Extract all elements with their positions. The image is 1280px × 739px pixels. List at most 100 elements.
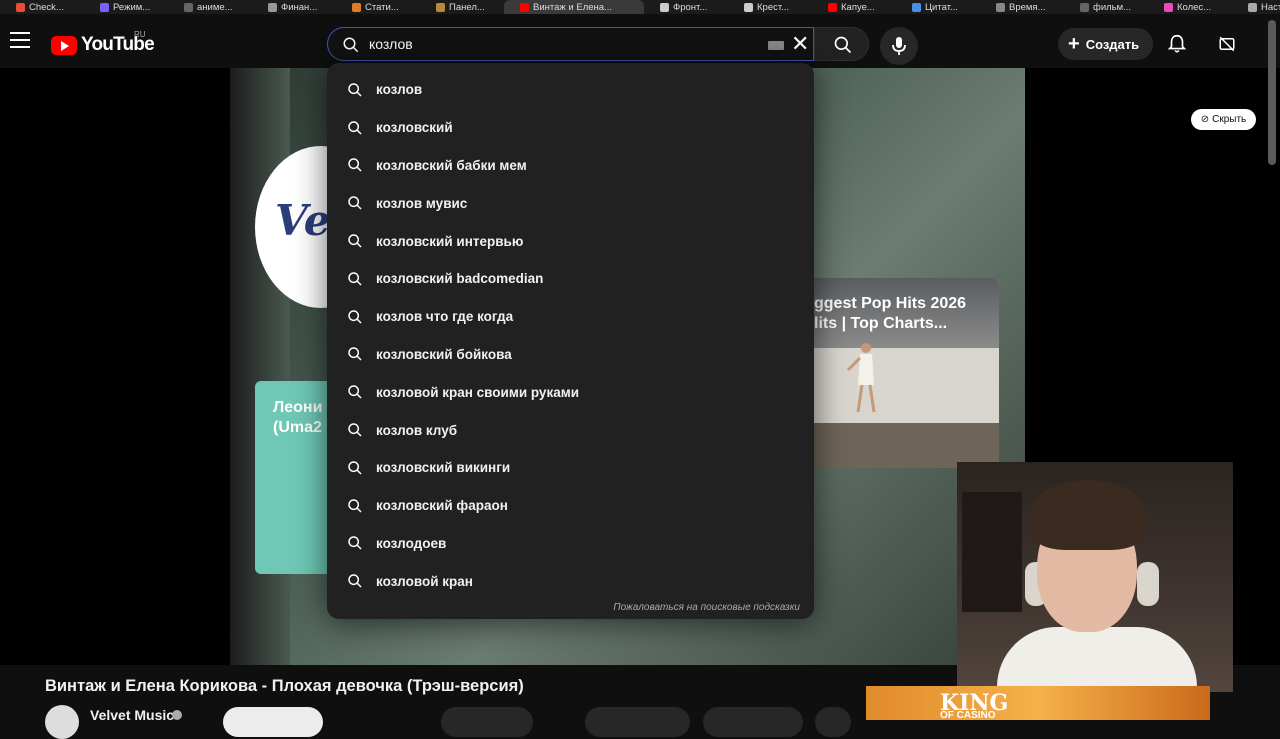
search-suggestion[interactable]: козловский бойкова [327, 336, 814, 374]
search-suggestions-dropdown: козлов козловский козловский бабки мем козл… [327, 63, 814, 619]
end-card-left[interactable]: Леони (Uma2 [255, 381, 330, 574]
search-suggestion[interactable]: козлов мувис [327, 184, 814, 222]
tab-label: Фронт... [673, 1, 708, 13]
tab-favicon-icon [184, 2, 193, 12]
search-icon [348, 83, 362, 97]
eye-off-icon: ⊘ [1200, 114, 1210, 125]
plus-icon: + [1068, 33, 1080, 55]
account-icon[interactable] [1218, 35, 1236, 53]
search-suggestion[interactable]: козлодоев [327, 525, 814, 563]
logo-region: RU [134, 30, 146, 39]
browser-tab[interactable]: Панел... [420, 0, 504, 14]
search-suggestion[interactable]: козлов клуб [327, 411, 814, 449]
share-button[interactable] [585, 707, 690, 737]
webcam-person-shirt [997, 627, 1197, 692]
tab-favicon-icon [660, 2, 669, 12]
browser-tab[interactable]: Check... [0, 0, 84, 14]
suggestion-text: козлов мувис [376, 195, 468, 211]
channel-name[interactable]: Velvet Music [90, 707, 174, 723]
suggestion-text: козловой кран своими руками [376, 384, 579, 400]
hide-label: Скрыть [1212, 114, 1247, 125]
tab-label: Стати... [365, 1, 399, 13]
search-icon [348, 309, 362, 324]
browser-tab[interactable]: Колес... [1148, 0, 1232, 14]
tab-favicon-icon [268, 2, 277, 12]
browser-tab[interactable]: аниме... [168, 0, 252, 14]
search-icon [348, 423, 362, 437]
like-button[interactable] [441, 707, 533, 737]
browser-tab[interactable]: фильм... [1064, 0, 1148, 14]
headphone-right [1137, 562, 1159, 606]
browser-tab[interactable]: Насто... [1232, 0, 1280, 14]
tab-label: Капуе... [841, 1, 875, 13]
search-suggestion[interactable]: козловой кран [327, 562, 814, 600]
suggestion-text: козлов клуб [376, 422, 458, 438]
search-icon [348, 234, 362, 248]
save-button[interactable] [703, 707, 803, 737]
browser-tab[interactable]: Крест... [728, 0, 812, 14]
browser-tab[interactable]: Фронт... [644, 0, 728, 14]
menu-icon[interactable] [10, 32, 30, 48]
search-icon [348, 120, 362, 135]
keyboard-icon[interactable] [768, 41, 784, 50]
tab-label: Финан... [281, 1, 318, 13]
page-scrollbar[interactable] [1268, 20, 1276, 165]
hide-overlay-button[interactable]: ⊘ Скрыть [1191, 109, 1256, 130]
search-suggestion[interactable]: козлов [327, 71, 814, 109]
report-suggestions-link[interactable]: Пожаловаться на поисковые подсказки [613, 602, 800, 613]
browser-tab[interactable]: Винтаж и Елена... [504, 0, 644, 14]
search-icon [348, 461, 362, 475]
search-suggestion[interactable]: козловский викинги [327, 449, 814, 487]
video-title: Винтаж и Елена Корикова - Плохая девочка… [45, 677, 524, 695]
search-suggestion[interactable]: козловский бабки мем [327, 147, 814, 185]
search-suggestion[interactable]: козловский интервью [327, 222, 814, 260]
ad-banner[interactable]: KING OF CASINO [866, 686, 1210, 720]
search-input[interactable] [369, 36, 749, 52]
end-card-right[interactable]: ggest Pop Hits 2026 lits | Top Charts... [814, 278, 999, 468]
clear-search-button[interactable]: ✕ [791, 33, 809, 55]
notifications-bell-icon[interactable] [1166, 33, 1188, 55]
search-suggestion[interactable]: козловский [327, 109, 814, 147]
tab-favicon-icon [436, 2, 445, 12]
webcam-person-hair [1029, 480, 1147, 550]
tab-label: Время... [1009, 1, 1046, 13]
search-icon [348, 574, 362, 588]
suggestion-text: козловский фараон [376, 498, 508, 514]
voice-search-button[interactable] [880, 27, 918, 65]
tab-label: Колес... [1177, 1, 1212, 13]
tab-label: фильм... [1093, 1, 1132, 13]
create-button[interactable]: + Создать [1058, 28, 1153, 60]
subscribe-button[interactable] [223, 707, 323, 737]
dancer-figure [846, 343, 876, 413]
tab-label: Крест... [757, 1, 790, 13]
search-box[interactable]: ✕ [327, 27, 814, 61]
tab-label: Check... [29, 1, 64, 13]
search-suggestion[interactable]: козловой кран своими руками [327, 373, 814, 411]
browser-tab[interactable]: Режим... [84, 0, 168, 14]
browser-tab[interactable]: Время... [980, 0, 1064, 14]
end-card-right-title: ggest Pop Hits 2026 lits | Top Charts... [814, 295, 967, 332]
suggestion-text: козлов что где когда [376, 309, 514, 325]
search-icon [348, 498, 362, 513]
microphone-icon [892, 37, 906, 55]
search-button[interactable] [814, 27, 869, 61]
tab-favicon-icon [828, 2, 837, 12]
browser-tab[interactable]: Финан... [252, 0, 336, 14]
channel-avatar[interactable] [45, 705, 79, 739]
search-suggestion[interactable]: козловский badcomedian [327, 260, 814, 298]
more-actions-button[interactable] [815, 707, 851, 737]
tab-label: Винтаж и Елена... [533, 1, 612, 13]
player-left-margin [0, 68, 230, 665]
browser-tab[interactable]: Цитат... [896, 0, 980, 14]
suggestion-text: козловский бойкова [376, 346, 512, 362]
browser-tab[interactable]: Стати... [336, 0, 420, 14]
search-suggestion[interactable]: козловский фараон [327, 487, 814, 525]
suggestion-text: козловский [376, 120, 453, 136]
verified-icon [172, 710, 182, 720]
browser-tab[interactable]: Капуе... [812, 0, 896, 14]
search-suggestion[interactable]: козлов что где когда [327, 298, 814, 336]
video-frame-dark [230, 68, 290, 665]
ad-subtitle: OF CASINO [940, 710, 996, 720]
tab-favicon-icon [1164, 2, 1173, 12]
tab-favicon-icon [996, 2, 1005, 12]
